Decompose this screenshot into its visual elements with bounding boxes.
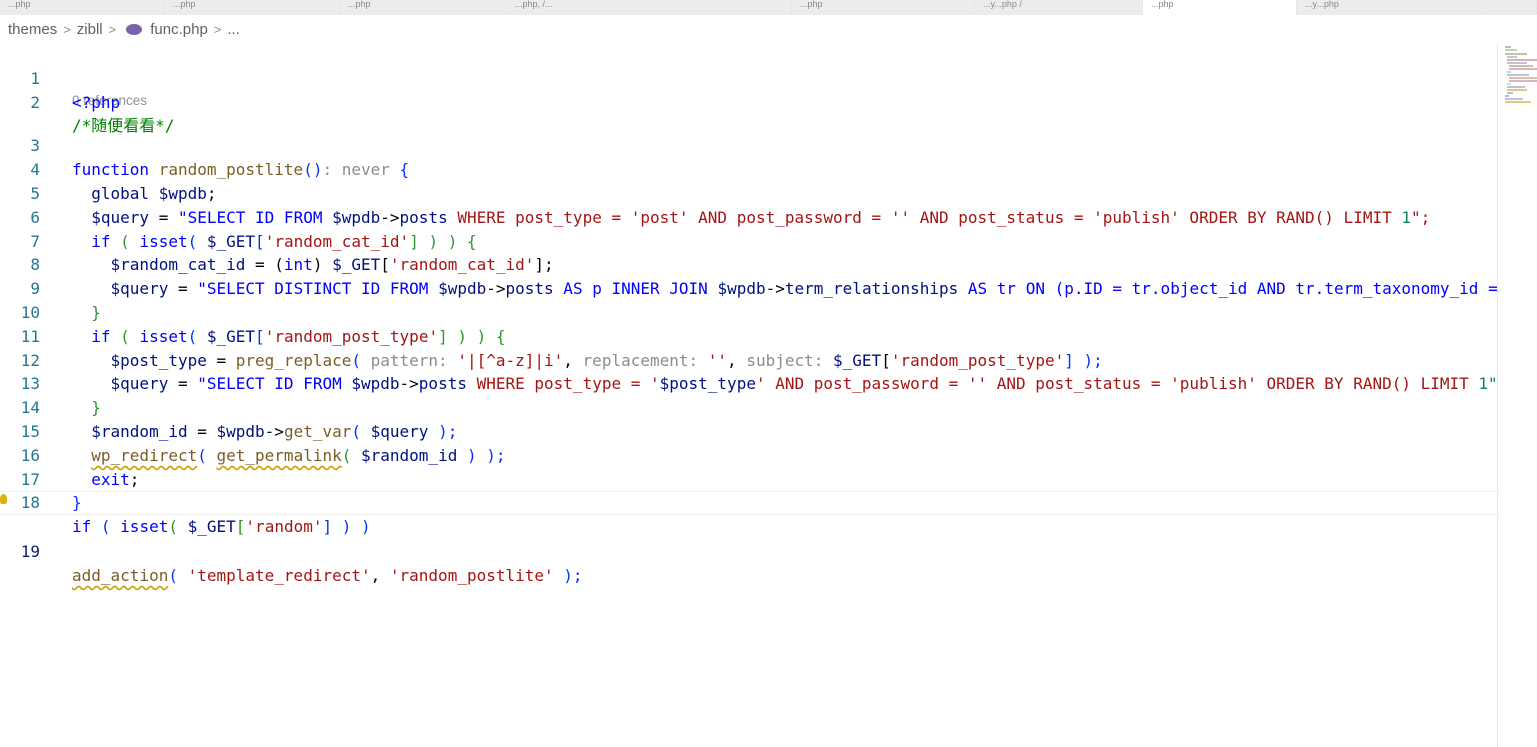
minimap-line	[1507, 56, 1517, 58]
line-content: if ( isset( $_GET['random'] ) )	[72, 515, 371, 539]
token: <?php	[72, 92, 121, 112]
codelens-references[interactable]: 0 references	[0, 91, 1497, 111]
code-line: 1 <?php	[0, 43, 1497, 112]
minimap-line	[1509, 65, 1533, 67]
code-line: 14 $random_id = $wpdb->get_var( $query )…	[0, 372, 1497, 441]
code-line: 18 if ( isset( $_GET['random'] ) )	[0, 468, 1497, 536]
editor-tab[interactable]: ...php	[0, 0, 165, 15]
code-line: 10 if ( isset( $_GET['random_post_type']…	[0, 277, 1497, 346]
editor-tab[interactable]: ...php	[792, 0, 975, 15]
editor-tab[interactable]	[1483, 0, 1537, 15]
token: 'template_redirect'	[187, 565, 371, 585]
token: 'random_postlite'	[389, 565, 554, 585]
line-content: add_action( 'template_redirect', 'random…	[72, 564, 583, 588]
code-line: 13 }	[0, 349, 1497, 417]
tab-label: ...php, /...	[515, 0, 553, 9]
minimap-line	[1509, 68, 1537, 70]
tab-label: ...php	[1151, 0, 1174, 9]
minimap-line	[1507, 59, 1537, 61]
token: ] ) )	[322, 517, 371, 537]
code-line: 16 exit;	[0, 420, 1497, 489]
tab-label: ...php	[8, 0, 31, 9]
minimap-line	[1505, 101, 1531, 103]
editor-tab[interactable]: ...y...php	[1297, 0, 1483, 15]
token: isset	[120, 517, 169, 537]
minimap-line	[1509, 80, 1537, 82]
breadcrumb-item-zibll[interactable]: zibll	[75, 21, 105, 38]
breadcrumb-item-file[interactable]: func.php	[148, 21, 210, 38]
minimap-line	[1509, 77, 1537, 79]
token: );	[553, 565, 583, 585]
token: $_GET	[187, 517, 236, 537]
code-editor[interactable]: 1 <?php 2 /*随便看看*/ 0 references 3 functi…	[0, 43, 1498, 747]
code-line: 9 }	[0, 253, 1497, 322]
tab-label: ...php	[173, 0, 196, 9]
minimap-line	[1505, 46, 1511, 48]
editor-tab-active[interactable]: ...php	[1143, 0, 1297, 15]
breadcrumb-item-symbol[interactable]: ...	[225, 21, 242, 38]
tab-label: ...php	[800, 0, 823, 9]
token: add_action	[72, 565, 169, 585]
code-line: 5 $query = "SELECT ID FROM $wpdb->posts …	[0, 158, 1497, 227]
editor-tab-bar: ...php ...php ...php ...php, /... ...php…	[0, 0, 1537, 15]
editor-tab[interactable]: ...php, /...	[507, 0, 792, 15]
token: (	[168, 517, 188, 537]
chevron-right-icon: >	[63, 21, 71, 37]
php-elephant-icon	[126, 23, 143, 35]
token: [	[235, 517, 246, 537]
code-line: 12 $query = "SELECT ID FROM $wpdb->posts…	[0, 325, 1498, 394]
tab-label: ...y...php /	[983, 0, 1022, 9]
editor-tab[interactable]: ...php	[165, 0, 340, 15]
minimap-line	[1507, 74, 1529, 76]
code-line: 7 $random_cat_id = (int) $_GET['random_c…	[0, 206, 1497, 275]
minimap-line	[1507, 62, 1527, 64]
minimap-line	[1507, 86, 1525, 88]
breadcrumb: themes > zibll > func.php > ...	[0, 15, 1497, 43]
minimap-line	[1505, 49, 1517, 51]
tab-label: ...y...php	[1305, 0, 1339, 9]
chevron-right-icon: >	[213, 21, 222, 37]
token: ,	[370, 565, 390, 585]
minimap-line	[1507, 83, 1511, 85]
line-number: 19	[20, 541, 40, 561]
minimap[interactable]	[1497, 43, 1537, 747]
token: if	[72, 517, 92, 537]
code-line: 17 }	[0, 444, 1497, 513]
token: 'random'	[245, 517, 323, 537]
code-line: 4 global $wpdb;	[0, 134, 1497, 203]
breadcrumb-item-themes[interactable]: themes	[6, 21, 59, 38]
minimap-line	[1505, 53, 1527, 55]
code-line: 11 $post_type = preg_replace( pattern: '…	[0, 301, 1497, 370]
code-line: 15 wp_redirect( get_permalink( $random_i…	[0, 396, 1497, 465]
minimap-line	[1505, 95, 1509, 97]
lightbulb-icon[interactable]	[0, 494, 7, 505]
minimap-line	[1507, 71, 1511, 73]
tab-label: ...php	[348, 0, 371, 9]
editor-tab[interactable]: ...y...php /	[975, 0, 1143, 15]
code-line: 3 function random_postlite(): never {	[0, 111, 1497, 179]
minimap-line	[1507, 89, 1527, 91]
chevron-right-icon: >	[108, 21, 117, 37]
code-line: 6 if ( isset( $_GET['random_cat_id'] ) )…	[0, 182, 1497, 251]
token: (	[168, 565, 188, 585]
minimap-line	[1507, 92, 1513, 94]
code-line: 8 $query = "SELECT DISTINCT ID FROM $wpd…	[0, 230, 1497, 298]
code-line-current: 19 add_action( 'template_redirect', 'ran…	[0, 491, 1497, 585]
code-line: 2 /*随便看看*/	[0, 67, 1497, 136]
minimap-line	[1505, 98, 1523, 100]
editor-tab[interactable]: ...php	[340, 0, 507, 15]
token: (	[91, 517, 121, 537]
